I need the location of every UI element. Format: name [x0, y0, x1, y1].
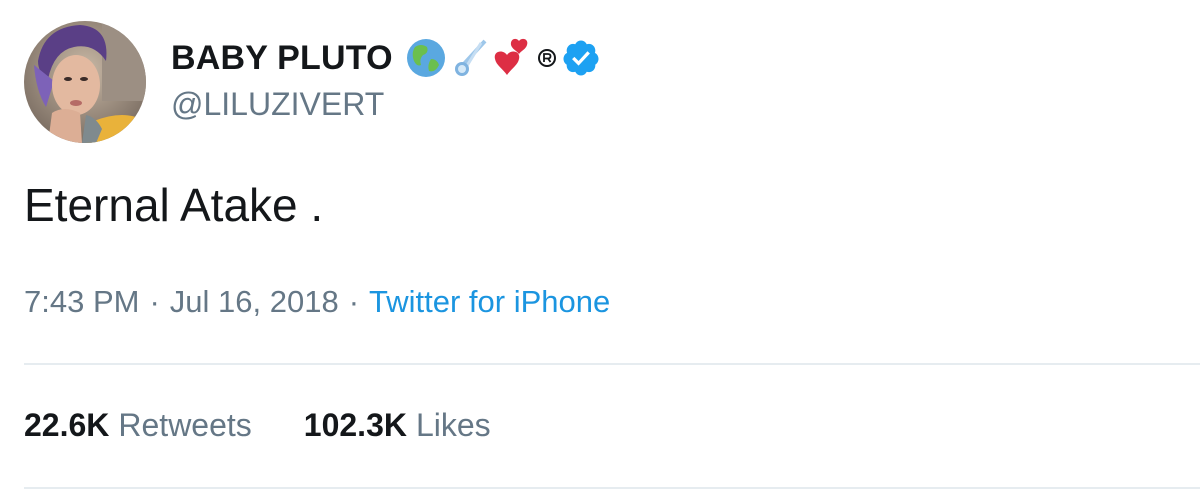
avatar[interactable]: [24, 21, 146, 143]
heart-exclamation-icon: [493, 37, 533, 79]
tweet-source-link[interactable]: Twitter for iPhone: [369, 284, 610, 319]
tweet-time[interactable]: 7:43 PM: [24, 284, 139, 319]
display-name[interactable]: BABY PLUTO: [171, 39, 393, 78]
divider: [24, 487, 1200, 489]
tweet-text: Eternal Atake .: [24, 179, 324, 231]
user-handle[interactable]: @LILUZIVERT: [171, 86, 384, 123]
likes-stat[interactable]: 102.3K Likes: [304, 407, 491, 444]
comet-icon: [451, 37, 489, 79]
retweets-count: 22.6K: [24, 407, 110, 443]
tweet-stats: 22.6K Retweets 102.3K Likes: [24, 407, 491, 444]
name-row: BABY PLUTO: [171, 34, 601, 82]
retweets-label: Retweets: [118, 407, 252, 443]
verified-badge-icon: [561, 38, 601, 78]
globe-americas-icon: [405, 37, 447, 79]
tweet-card: BABY PLUTO @LILUZIVERT Eternal Atake . 7…: [0, 0, 1200, 492]
name-emojis: [405, 37, 601, 79]
tweet-date[interactable]: Jul 16, 2018: [170, 284, 339, 319]
retweets-stat[interactable]: 22.6K Retweets: [24, 407, 252, 444]
meta-separator: ·: [348, 284, 360, 319]
tweet-meta: 7:43 PM · Jul 16, 2018 · Twitter for iPhone: [24, 284, 610, 320]
likes-label: Likes: [415, 407, 491, 443]
registered-icon: [537, 48, 557, 68]
likes-count: 102.3K: [303, 407, 407, 443]
meta-separator: ·: [149, 284, 160, 319]
divider: [24, 363, 1200, 365]
